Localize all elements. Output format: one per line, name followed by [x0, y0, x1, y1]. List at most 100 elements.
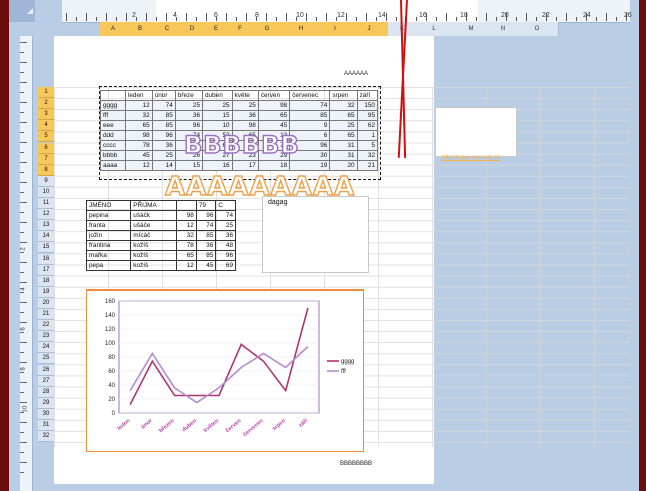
table-cell[interactable]: 74 [195, 220, 217, 231]
table-cell[interactable]: kožíš [130, 240, 178, 251]
column-header-E[interactable]: E [204, 22, 229, 36]
table-cell[interactable]: 36 [231, 110, 259, 121]
table-cell[interactable]: 25 [151, 150, 176, 161]
row-header-1[interactable]: 1 [38, 87, 54, 98]
table-cell[interactable]: 65 [257, 110, 291, 121]
column-header-G[interactable]: G [252, 22, 283, 36]
table-cell[interactable]: 96 [195, 210, 217, 221]
table-cell[interactable]: 36 [195, 240, 217, 251]
table-header-cell[interactable]: květe [231, 90, 259, 101]
table-cell[interactable]: 150 [356, 100, 379, 111]
row-header-21[interactable]: 21 [38, 309, 54, 320]
row-header-32[interactable]: 32 [38, 431, 54, 443]
table-cell[interactable]: 45 [124, 150, 153, 161]
table-cell[interactable]: pepina [85, 210, 132, 221]
wordart-b[interactable]: BBBBBB [183, 130, 300, 159]
text-box[interactable]: dagag [262, 196, 369, 273]
table-cell[interactable]: 65 [176, 250, 197, 261]
row-label-cell[interactable]: eee [100, 120, 126, 131]
table-cell[interactable]: 25 [329, 120, 358, 131]
table-header-cell[interactable] [176, 200, 197, 211]
table-header-cell[interactable]: PŘIJMA [130, 200, 178, 211]
row-header-8[interactable]: 8 [38, 164, 54, 176]
data-table-names[interactable]: JMÉNO PŘIJMA 79 Cpepina ušáčk 98 96 74 franta ušá… [85, 200, 236, 271]
row-header-24[interactable]: 24 [38, 342, 54, 354]
table-cell[interactable]: 36 [215, 230, 236, 241]
table-cell[interactable]: 17 [231, 160, 259, 171]
column-header-A[interactable]: A [100, 22, 127, 36]
row-header-15[interactable]: 15 [38, 242, 54, 254]
table-cell[interactable]: 98 [257, 100, 291, 111]
table-cell[interactable]: 25 [215, 220, 236, 231]
table-cell[interactable]: 65 [329, 130, 358, 141]
column-header-F[interactable]: F [228, 22, 253, 36]
table-cell[interactable]: 31 [329, 150, 358, 161]
row-header-26[interactable]: 26 [38, 364, 54, 376]
table-header-cell[interactable]: C [215, 200, 236, 211]
column-header-N[interactable]: N [490, 22, 517, 36]
table-cell[interactable]: 15 [202, 110, 233, 121]
row-label-cell[interactable]: bbbb [100, 150, 126, 161]
table-header-cell[interactable] [100, 90, 126, 101]
column-header-D[interactable]: D [180, 22, 205, 36]
table-cell[interactable]: franta [85, 220, 132, 231]
table-cell[interactable]: 9 [289, 120, 331, 131]
table-cell[interactable]: 1 [356, 130, 379, 141]
table-cell[interactable]: 85 [195, 250, 217, 261]
select-all-corner[interactable] [9, 0, 35, 22]
row-header-16[interactable]: 16 [38, 253, 54, 265]
table-cell[interactable]: 65 [124, 120, 153, 131]
column-header-O[interactable]: O [516, 22, 559, 36]
row-header-12[interactable]: 12 [38, 209, 54, 221]
table-cell[interactable]: 12 [124, 160, 153, 171]
table-cell[interactable]: 98 [231, 120, 259, 131]
table-cell[interactable]: kožíš [130, 260, 178, 271]
table-cell[interactable]: 98 [176, 210, 197, 221]
row-header-17[interactable]: 17 [38, 264, 54, 276]
row-header-11[interactable]: 11 [38, 198, 54, 209]
table-header-cell[interactable]: červen [257, 90, 291, 101]
row-label-cell[interactable]: ddd [100, 130, 126, 141]
table-cell[interactable]: 32 [176, 230, 197, 241]
table-cell[interactable]: 32 [356, 150, 379, 161]
table-cell[interactable]: 25 [174, 100, 204, 111]
row-label-cell[interactable]: gggg [100, 100, 126, 111]
column-header-M[interactable]: M [452, 22, 491, 36]
row-header-31[interactable]: 31 [38, 420, 54, 431]
table-cell[interactable]: 36 [151, 140, 176, 151]
row-header-27[interactable]: 27 [38, 375, 54, 387]
row-header-22[interactable]: 22 [38, 320, 54, 332]
table-header-cell[interactable]: srpen [329, 90, 358, 101]
row-header-20[interactable]: 20 [38, 297, 54, 309]
table-cell[interactable]: 78 [176, 240, 197, 251]
row-header-6[interactable]: 6 [38, 142, 54, 154]
horizontal-ruler[interactable]: 2 4 6 8 10 12 14 16 18 20 22 24 26 [62, 0, 632, 23]
table-cell[interactable]: frantina [85, 240, 132, 251]
table-cell[interactable]: 20 [329, 160, 358, 171]
table-cell[interactable]: 95 [356, 110, 379, 121]
table-cell[interactable]: 25 [231, 100, 259, 111]
table-cell[interactable]: 19 [289, 160, 331, 171]
table-cell[interactable]: 74 [151, 100, 176, 111]
table-cell[interactable]: 21 [356, 160, 379, 171]
hyperlink[interactable]: http://www.seznam.cz [442, 155, 500, 161]
table-cell[interactable]: 16 [202, 160, 233, 171]
row-header-2[interactable]: 2 [38, 98, 54, 110]
table-cell[interactable]: jožin [85, 230, 132, 241]
row-header-25[interactable]: 25 [38, 353, 54, 365]
row-header-19[interactable]: 19 [38, 286, 54, 298]
table-cell[interactable]: ušáčk [130, 210, 178, 221]
table-cell[interactable]: 96 [215, 250, 236, 261]
table-header-cell[interactable]: 79 [195, 200, 217, 211]
table-cell[interactable]: 65 [329, 110, 358, 121]
empty-shape[interactable] [435, 107, 517, 157]
vertical-ruler[interactable]: 2 4 6 8 10 [20, 36, 33, 491]
row-header-4[interactable]: 4 [38, 120, 54, 132]
table-header-cell[interactable]: JMÉNO [85, 200, 132, 211]
table-cell[interactable]: 85 [151, 120, 176, 131]
table-cell[interactable]: 12 [124, 100, 153, 111]
table-cell[interactable]: 74 [289, 100, 331, 111]
table-cell[interactable]: 62 [356, 120, 379, 131]
table-cell[interactable]: 32 [329, 100, 358, 111]
table-cell[interactable]: 5 [356, 140, 379, 151]
